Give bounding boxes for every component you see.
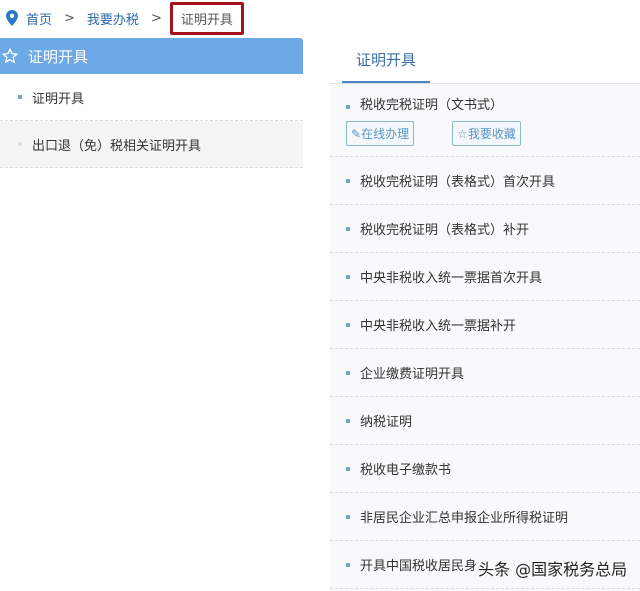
list-item[interactable]: 中央非税收入统一票据首次开具	[330, 253, 640, 301]
location-pin-icon	[6, 10, 18, 26]
bullet-icon	[346, 274, 350, 279]
list-item[interactable]: 税收完税证明（表格式）首次开具	[330, 157, 640, 205]
bullet-icon	[18, 95, 22, 99]
sidebar-item-export-refund[interactable]: 出口退（免）税相关证明开具	[0, 121, 303, 168]
bullet-icon	[346, 466, 350, 471]
list-item-label: 非居民企业汇总申报企业所得税证明	[360, 511, 569, 526]
watermark: 头条 @国家税务总局	[478, 556, 628, 580]
list-item[interactable]: 中央非税收入统一票据补开	[330, 301, 640, 349]
star-icon	[2, 48, 18, 64]
list-item-label: 税收电子缴款书	[360, 463, 452, 478]
favorite-button[interactable]: ☆我要收藏	[452, 121, 521, 146]
list-item-label: 税收完税证明（表格式）补开	[360, 223, 530, 238]
bullet-icon	[346, 562, 350, 567]
list-item-label: 中央非税收入统一票据首次开具	[360, 271, 543, 286]
sidebar-item-certificate[interactable]: 证明开具	[0, 74, 303, 121]
sidebar-header: 证明开具	[0, 38, 303, 74]
breadcrumb: 首页 > 我要办税 > 证明开具	[6, 0, 244, 36]
bullet-icon	[346, 226, 350, 231]
list-item-label: 开具中国税收居民身	[360, 559, 478, 574]
list-item[interactable]: 非居民企业汇总申报企业所得税证明	[330, 493, 640, 541]
bullet-icon	[346, 105, 350, 109]
bullet-icon	[346, 178, 350, 183]
list-item-label: 中央非税收入统一票据补开	[360, 319, 517, 334]
list-item-label: 税收完税证明（表格式）首次开具	[360, 175, 556, 190]
list-item[interactable]: 税收电子缴款书	[330, 445, 640, 493]
bullet-icon	[346, 322, 350, 327]
breadcrumb-current: 证明开具	[169, 1, 244, 35]
list-item[interactable]: 企业缴费证明开具	[330, 349, 640, 397]
list-item[interactable]: 纳税证明	[330, 397, 640, 445]
list-item-label: 企业缴费证明开具	[360, 367, 465, 382]
list-item-label: 纳税证明	[360, 415, 413, 430]
sidebar-item-label: 出口退（免）税相关证明开具	[32, 138, 202, 154]
tab-certificate[interactable]: 证明开具	[342, 38, 430, 83]
sidebar-title: 证明开具	[28, 47, 89, 66]
online-handle-button[interactable]: ✎在线办理	[346, 121, 415, 146]
bullet-icon	[18, 142, 22, 146]
breadcrumb-home[interactable]: 首页	[26, 9, 52, 28]
star-icon: ☆	[457, 127, 468, 141]
breadcrumb-separator: >	[64, 10, 75, 26]
breadcrumb-separator: >	[150, 10, 162, 26]
service-list: 税收完税证明（文书式） ✎在线办理 ☆我要收藏 税收完税证明（表格式）首次开具税…	[330, 84, 640, 591]
bullet-icon	[346, 418, 350, 423]
bullet-icon	[346, 514, 350, 519]
list-item[interactable]: 税收完税证明（表格式）补开	[330, 205, 640, 253]
list-item: 税收完税证明（文书式） ✎在线办理 ☆我要收藏	[330, 84, 640, 157]
bullet-icon	[346, 370, 350, 375]
pencil-icon: ✎	[351, 127, 362, 141]
breadcrumb-tax[interactable]: 我要办税	[87, 9, 139, 28]
sidebar: 证明开具 证明开具 出口退（免）税相关证明开具	[0, 38, 303, 168]
main-panel: 证明开具 税收完税证明（文书式） ✎在线办理 ☆我要收藏 税收完税证明（表格式）…	[330, 38, 640, 591]
list-item-label[interactable]: 税收完税证明（文书式）	[360, 98, 503, 113]
sidebar-item-label: 证明开具	[32, 91, 85, 107]
